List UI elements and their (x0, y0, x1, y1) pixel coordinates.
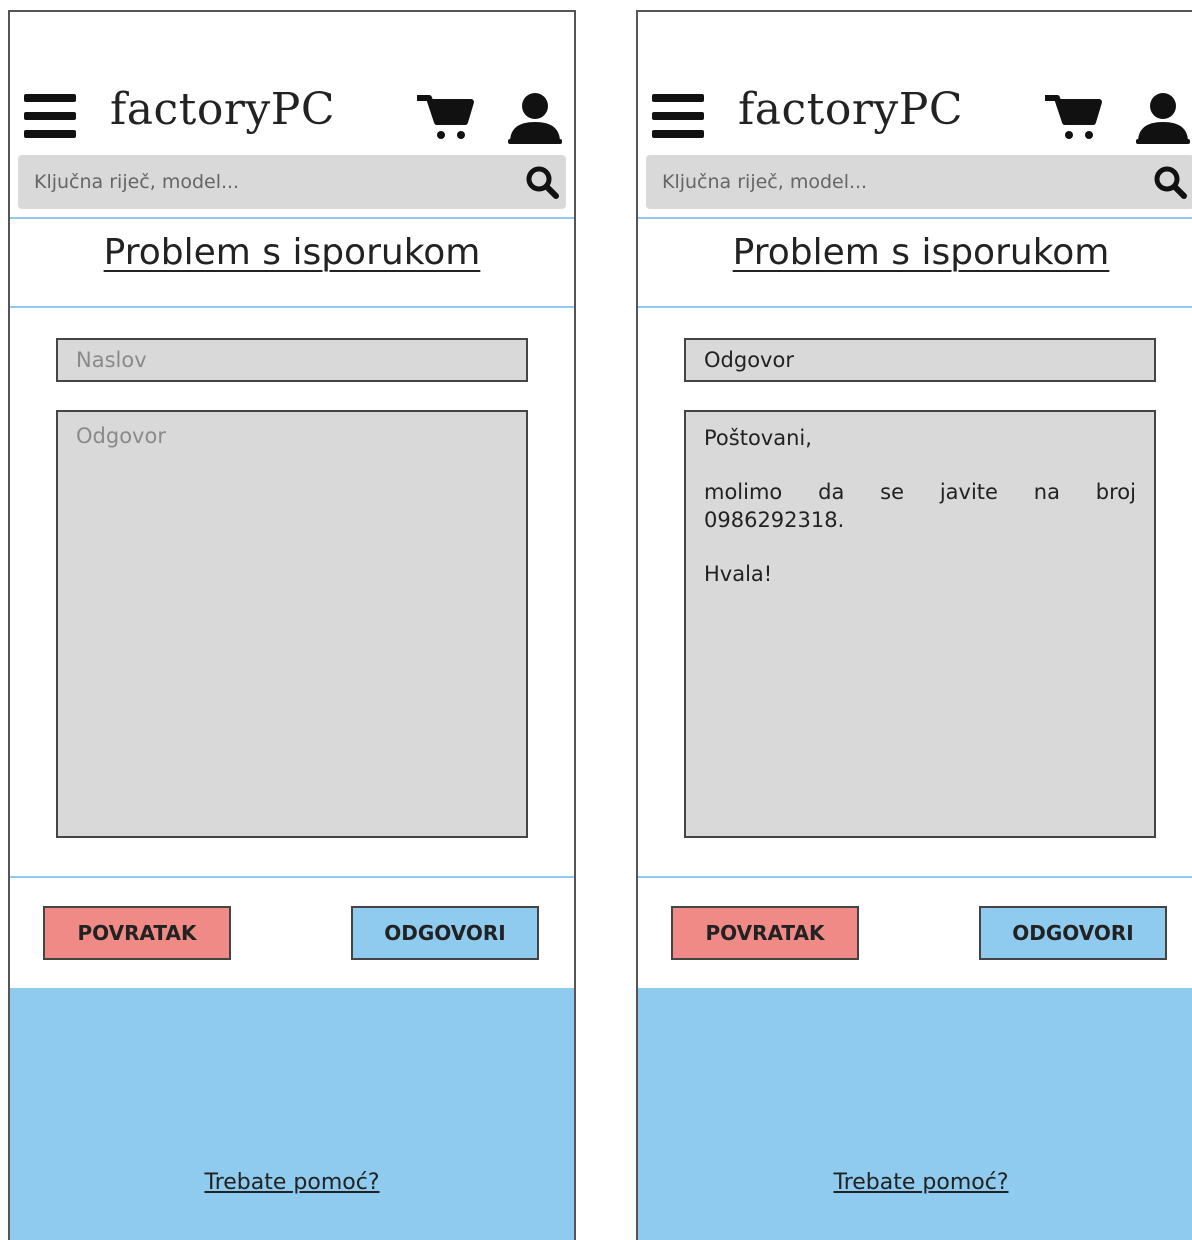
search-bar (18, 155, 566, 209)
page-title: Problem s isporukom (732, 232, 1110, 273)
menu-icon[interactable] (24, 94, 76, 138)
header: factoryPC (10, 12, 574, 220)
user-icon[interactable] (506, 92, 564, 144)
message-textarea[interactable] (58, 412, 526, 836)
message-field[interactable]: Poštovani, molimo da se javite na broj 0… (684, 410, 1156, 838)
help-link[interactable]: Trebate pomoć? (10, 1170, 574, 1195)
page-title: Problem s isporukom (103, 232, 481, 273)
subject-input[interactable] (58, 340, 526, 380)
message-greeting: Poštovani, (704, 426, 812, 450)
subject-field (684, 338, 1156, 382)
divider (10, 306, 574, 308)
cart-icon[interactable] (415, 92, 475, 144)
help-link[interactable]: Trebate pomoć? (638, 1170, 1192, 1195)
divider (638, 876, 1192, 878)
header: factoryPC (638, 12, 1192, 220)
cart-icon[interactable] (1043, 92, 1103, 144)
user-icon[interactable] (1134, 92, 1192, 144)
footer: Trebate pomoć? (10, 988, 574, 1240)
search-icon[interactable] (524, 165, 560, 199)
message-field (56, 410, 528, 838)
message-closing: Hvala! (704, 562, 773, 586)
brand-logo[interactable]: factoryPC (110, 84, 335, 135)
footer: Trebate pomoć? (638, 988, 1192, 1240)
divider (638, 306, 1192, 308)
message-text: molimo da se javite na broj 0986292318. (704, 480, 1136, 532)
message-body[interactable]: Poštovani, molimo da se javite na broj 0… (686, 412, 1154, 626)
divider (10, 876, 574, 878)
reply-button[interactable]: ODGOVORI (979, 906, 1167, 960)
back-button[interactable]: POVRATAK (671, 906, 859, 960)
subject-field (56, 338, 528, 382)
subject-input[interactable] (686, 340, 1154, 380)
divider (638, 217, 1192, 219)
screen-empty-form: factoryPC Problem s isporukom POVRATAK O… (8, 10, 576, 1240)
divider (10, 217, 574, 219)
screen-filled-form: factoryPC Problem s isporukom Poštovani,… (636, 10, 1192, 1240)
search-icon[interactable] (1152, 165, 1188, 199)
search-input[interactable] (646, 155, 1116, 209)
search-bar (646, 155, 1192, 209)
back-button[interactable]: POVRATAK (43, 906, 231, 960)
search-input[interactable] (18, 155, 488, 209)
menu-icon[interactable] (652, 94, 704, 138)
brand-logo[interactable]: factoryPC (738, 84, 963, 135)
reply-button[interactable]: ODGOVORI (351, 906, 539, 960)
